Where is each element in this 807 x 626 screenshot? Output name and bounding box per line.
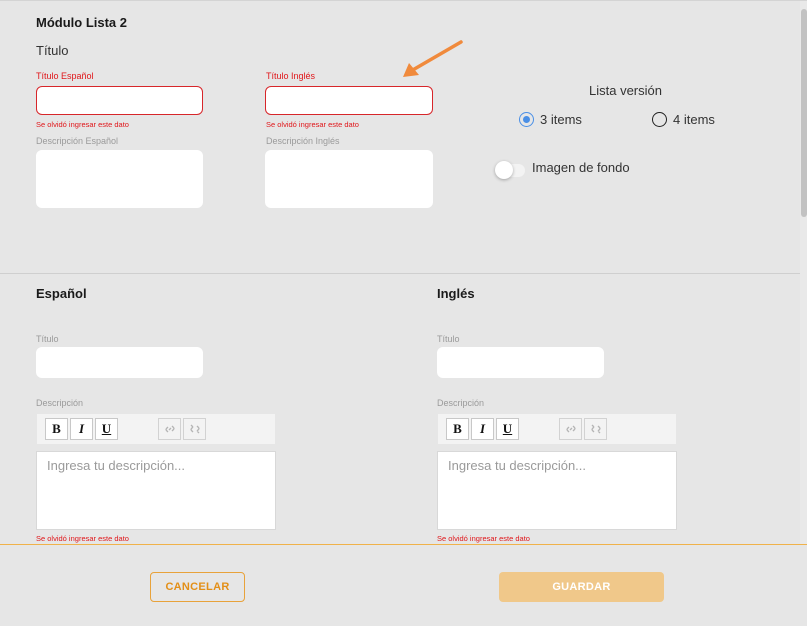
module-title: Módulo Lista 2: [36, 15, 127, 30]
radio-3-items-label: 3 items: [540, 112, 582, 127]
english-editor-toolbar: B I U: [437, 413, 677, 445]
title-es-input[interactable]: [36, 86, 203, 115]
list-version-label: Lista versión: [589, 83, 662, 98]
radio-4-items[interactable]: 4 items: [652, 112, 715, 127]
scrollbar-thumb[interactable]: [801, 9, 807, 217]
english-heading: Inglés: [437, 286, 475, 301]
spanish-title-label: Título: [36, 334, 59, 344]
underline-button[interactable]: U: [496, 418, 519, 440]
spanish-desc-label: Descripción: [36, 398, 84, 408]
title-en-label: Título Inglés: [266, 71, 316, 81]
unlink-icon: [189, 424, 200, 434]
english-desc-error: Se olvidó ingresar este dato: [437, 534, 530, 543]
italic-button[interactable]: I: [471, 418, 494, 440]
cancel-button[interactable]: CANCELAR: [150, 572, 245, 602]
save-button[interactable]: GUARDAR: [499, 572, 664, 602]
title-en-error: Se olvidó ingresar este dato: [266, 120, 359, 129]
spanish-title-input[interactable]: [36, 347, 203, 378]
underline-button[interactable]: U: [95, 418, 118, 440]
spanish-description-editor[interactable]: Ingresa tu descripción...: [36, 451, 276, 530]
unlink-icon: [590, 424, 601, 434]
desc-es-input[interactable]: [36, 150, 203, 208]
toggle-switch-icon: [495, 161, 525, 179]
unlink-button[interactable]: [584, 418, 607, 440]
radio-4-items-label: 4 items: [673, 112, 715, 127]
title-es-label: Título Español: [36, 71, 94, 81]
desc-en-input[interactable]: [265, 150, 433, 208]
section-divider: [0, 273, 800, 274]
radio-checked-icon: [519, 112, 534, 127]
title-en-input[interactable]: [265, 86, 433, 115]
title-es-error: Se olvidó ingresar este dato: [36, 120, 129, 129]
radio-3-items[interactable]: 3 items: [519, 112, 582, 127]
link-icon: [164, 425, 175, 433]
background-image-toggle[interactable]: [495, 161, 525, 179]
spanish-heading: Español: [36, 286, 87, 301]
link-icon: [565, 425, 576, 433]
unlink-button[interactable]: [183, 418, 206, 440]
desc-es-label: Descripción Español: [36, 136, 119, 146]
english-editor-placeholder: Ingresa tu descripción...: [448, 458, 587, 473]
module-edit-modal: Módulo Lista 2 Título Título Español Se …: [0, 0, 807, 626]
spanish-editor-placeholder: Ingresa tu descripción...: [47, 458, 186, 473]
english-desc-label: Descripción: [437, 398, 485, 408]
background-image-label: Imagen de fondo: [532, 160, 630, 175]
section-subtitle: Título: [36, 43, 69, 58]
annotation-arrow-icon: [403, 40, 463, 77]
link-button[interactable]: [559, 418, 582, 440]
footer-divider: [0, 544, 807, 545]
english-title-input[interactable]: [437, 347, 604, 378]
spanish-desc-error: Se olvidó ingresar este dato: [36, 534, 129, 543]
radio-unchecked-icon: [652, 112, 667, 127]
english-description-editor[interactable]: Ingresa tu descripción...: [437, 451, 677, 530]
english-title-label: Título: [437, 334, 460, 344]
italic-button[interactable]: I: [70, 418, 93, 440]
desc-en-label: Descripción Inglés: [266, 136, 340, 146]
bold-button[interactable]: B: [45, 418, 68, 440]
bold-button[interactable]: B: [446, 418, 469, 440]
link-button[interactable]: [158, 418, 181, 440]
spanish-editor-toolbar: B I U: [36, 413, 276, 445]
